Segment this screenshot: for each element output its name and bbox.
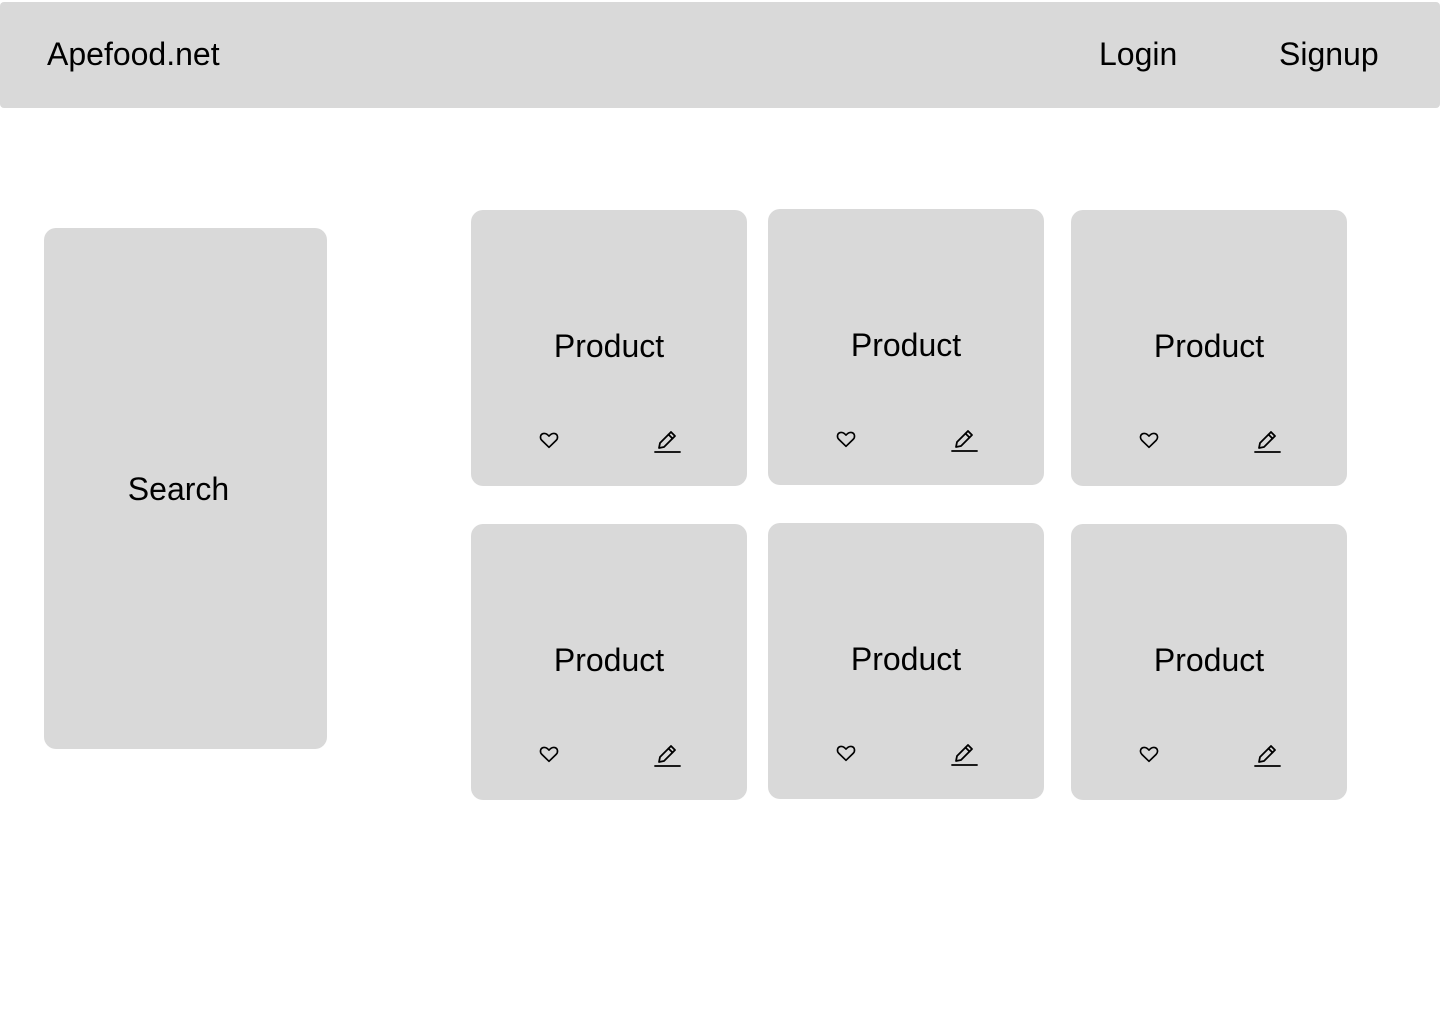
page: Apefood.net Login Signup Search Product …	[0, 0, 1440, 1024]
login-link[interactable]: Login	[1099, 34, 1177, 74]
edit-pencil-icon[interactable]	[1252, 739, 1282, 769]
product-card[interactable]: Product	[768, 523, 1044, 799]
product-card[interactable]: Product	[471, 210, 747, 486]
edit-pencil-icon[interactable]	[949, 424, 979, 454]
search-panel[interactable]: Search	[44, 228, 327, 749]
heart-icon[interactable]	[831, 424, 861, 454]
edit-pencil-icon[interactable]	[652, 739, 682, 769]
edit-pencil-icon[interactable]	[652, 425, 682, 455]
product-card[interactable]: Product	[1071, 524, 1347, 800]
product-card[interactable]: Product	[1071, 210, 1347, 486]
heart-icon[interactable]	[1134, 425, 1164, 455]
product-title: Product	[553, 642, 665, 678]
product-title: Product	[1153, 642, 1265, 678]
product-title: Product	[850, 641, 962, 677]
edit-pencil-icon[interactable]	[1252, 425, 1282, 455]
product-card[interactable]: Product	[768, 209, 1044, 485]
top-navbar: Apefood.net Login Signup	[0, 2, 1440, 108]
heart-icon[interactable]	[1134, 739, 1164, 769]
product-title: Product	[1153, 328, 1265, 364]
product-title: Product	[553, 328, 665, 364]
edit-pencil-icon[interactable]	[949, 738, 979, 768]
heart-icon[interactable]	[831, 738, 861, 768]
signup-link[interactable]: Signup	[1279, 34, 1379, 74]
product-title: Product	[850, 327, 962, 363]
heart-icon[interactable]	[534, 425, 564, 455]
brand-logo-link[interactable]: Apefood.net	[47, 34, 220, 74]
heart-icon[interactable]	[534, 739, 564, 769]
product-card[interactable]: Product	[471, 524, 747, 800]
search-label: Search	[127, 470, 230, 507]
